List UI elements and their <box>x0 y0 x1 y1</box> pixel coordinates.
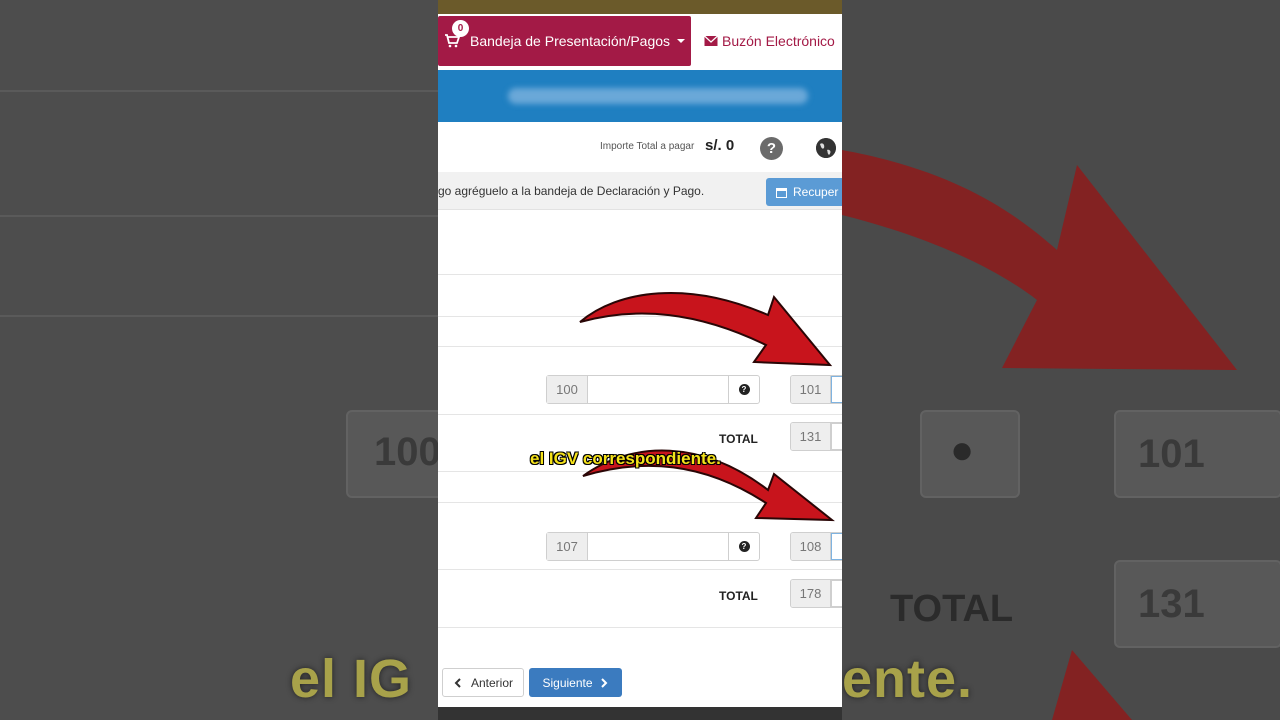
video-caption: el IGV correspondiente. <box>530 449 721 468</box>
anterior-label: Anterior <box>470 675 514 690</box>
background-left: 100 el IG <box>0 0 438 720</box>
bg-divider <box>0 215 438 217</box>
background-right: ● 101 TOTAL 131 ente. <box>842 0 1280 720</box>
anterior-button[interactable]: Anterior <box>442 668 524 697</box>
bg-code-100: 100 <box>374 430 438 474</box>
bg-divider <box>0 315 438 317</box>
app-panel: 0 Bandeja de Presentación/Pagos Buzón El… <box>438 0 842 720</box>
siguiente-label: Siguiente <box>542 675 593 690</box>
siguiente-button[interactable]: Siguiente <box>529 668 622 697</box>
bg-divider <box>0 90 438 92</box>
red-arrow-graphic <box>579 292 835 522</box>
bottom-strip <box>438 707 842 720</box>
bg-caption-left: el IG <box>290 649 413 709</box>
chevron-left-icon <box>454 677 461 688</box>
chevron-right-icon <box>600 677 607 688</box>
bg-arrow-graphic <box>842 150 1237 720</box>
